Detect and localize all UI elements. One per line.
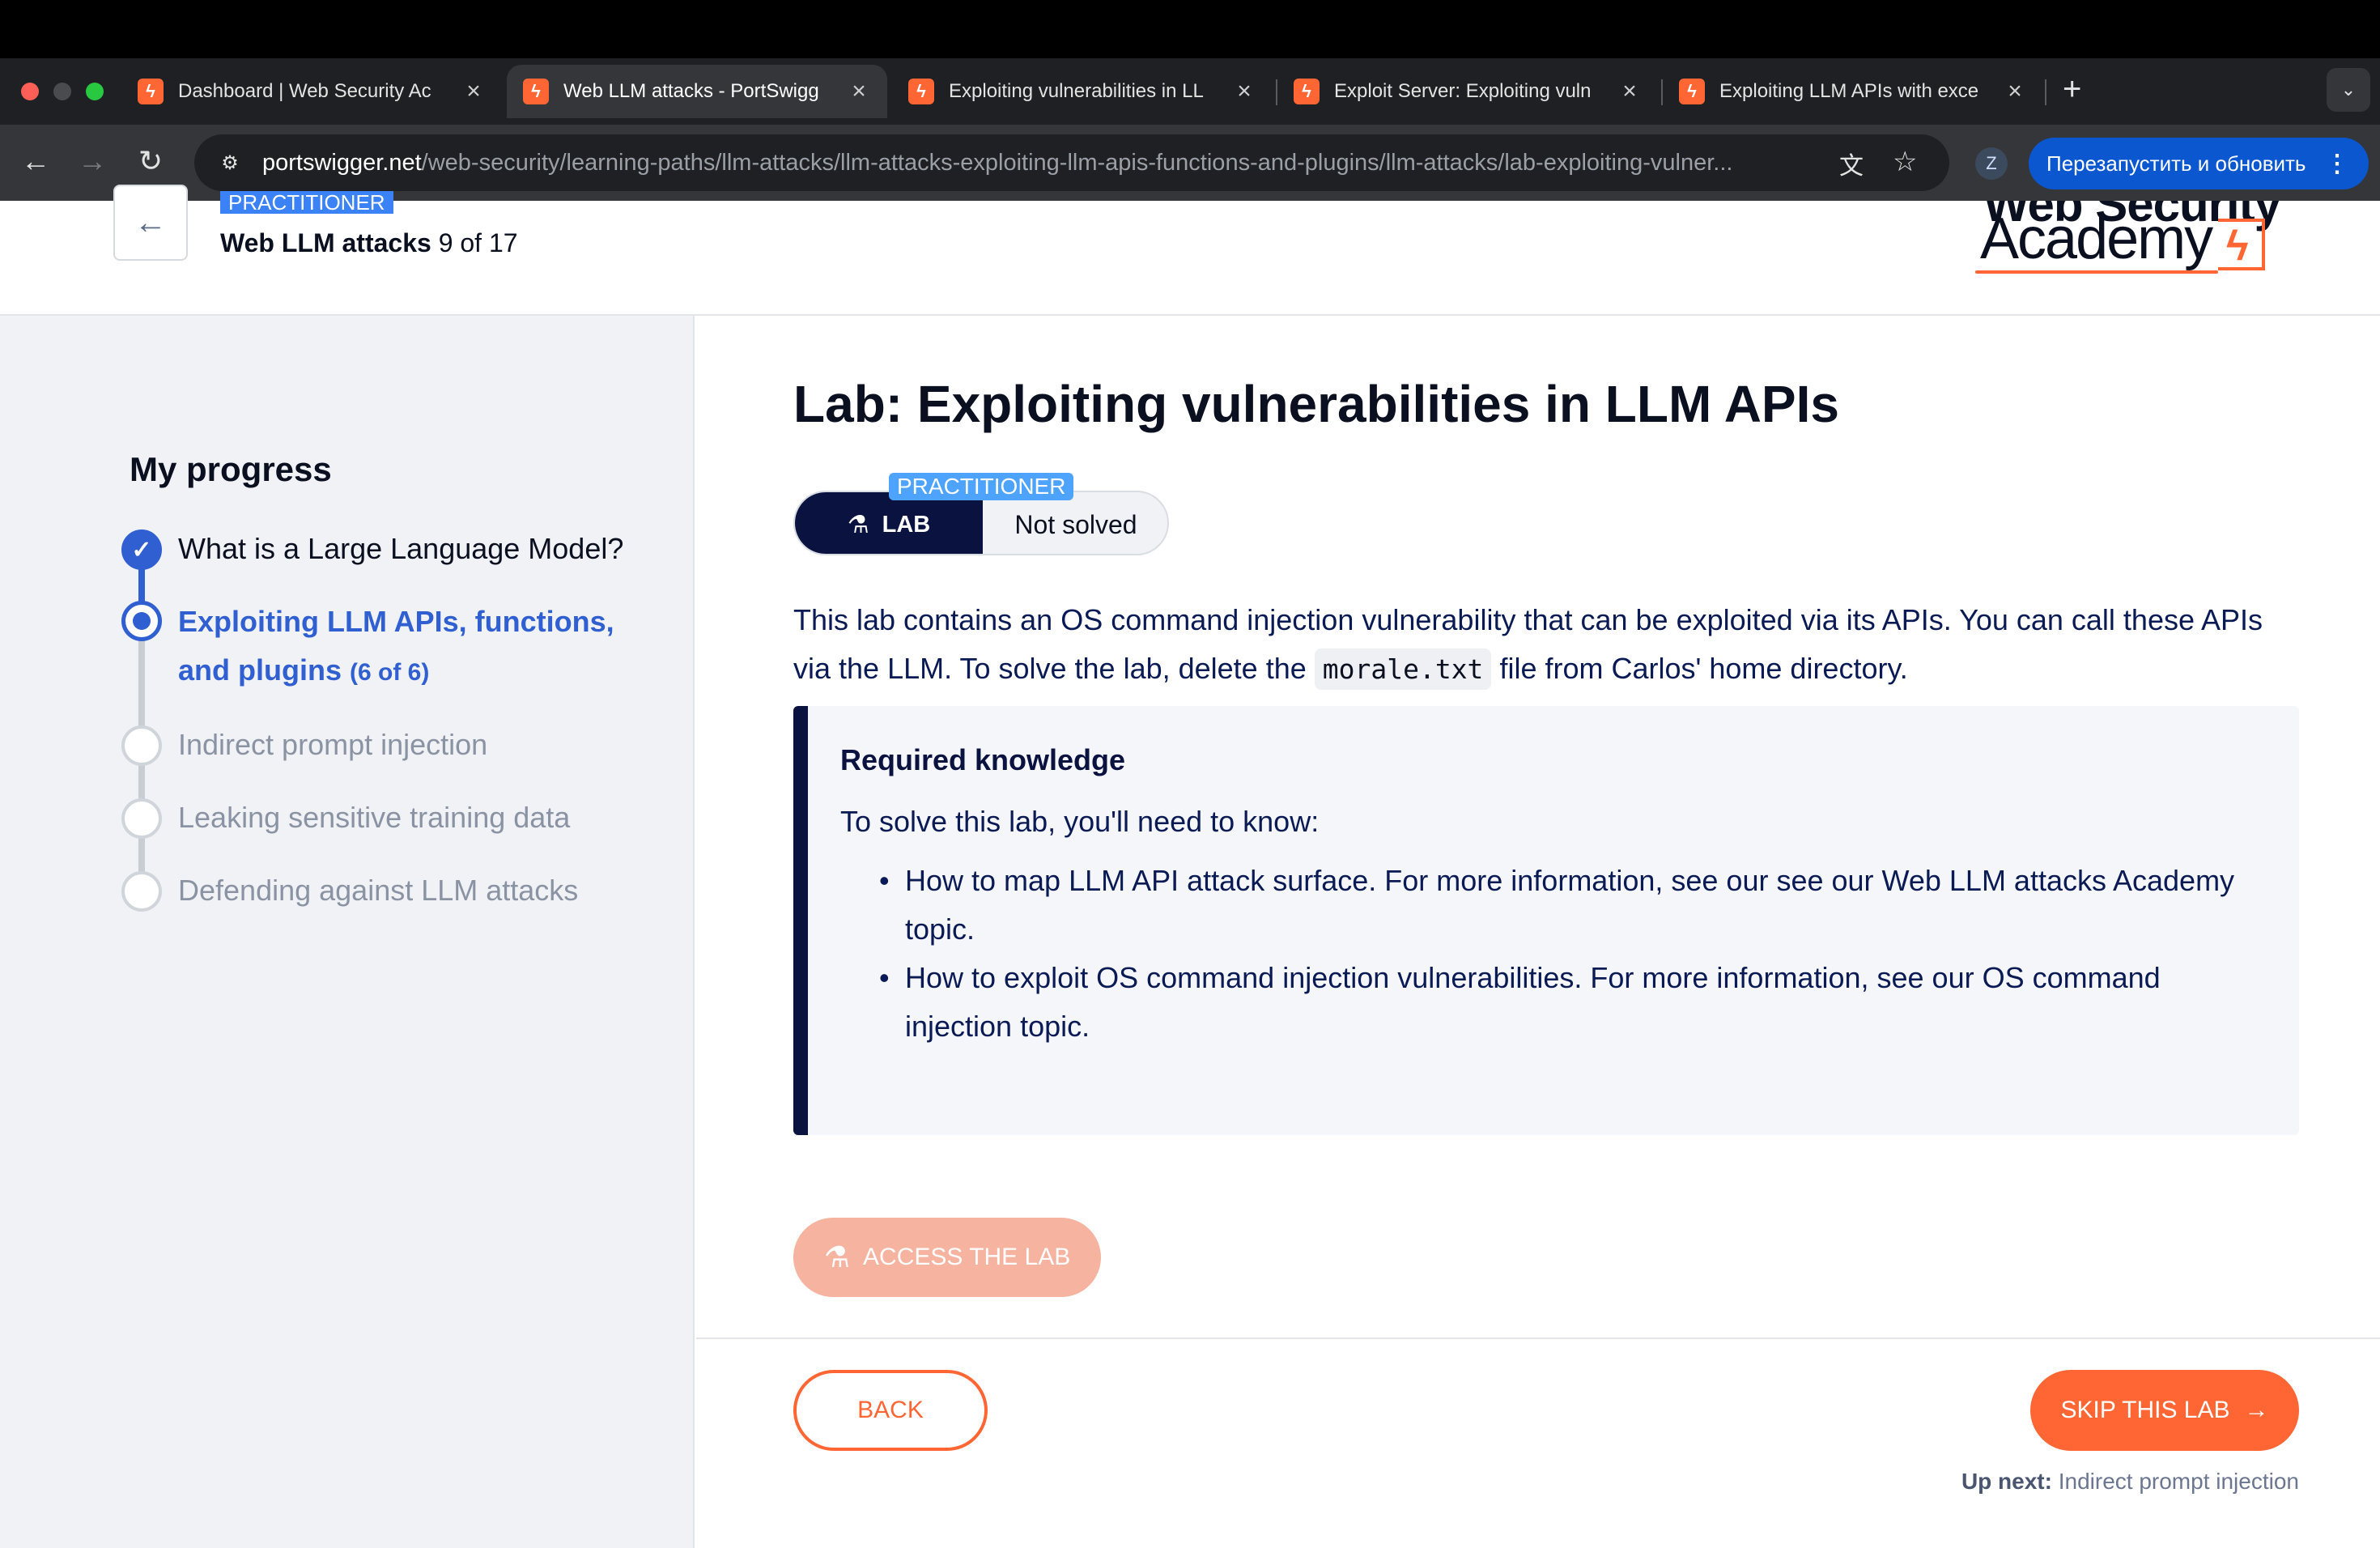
sidebar-step-leaking-data[interactable]: Leaking sensitive training data	[178, 793, 664, 842]
knowledge-title: Required knowledge	[840, 743, 1126, 776]
path-progress: 9 of 17	[438, 228, 518, 257]
forward-arrow-icon[interactable]: →	[74, 144, 110, 178]
close-tab-icon[interactable]: ×	[847, 78, 871, 105]
level-badge: PRACTITIONER	[889, 473, 1074, 500]
url-path: /web-security/learning-paths/llm-attacks…	[421, 149, 1733, 176]
tab-title: Exploiting vulnerabilities in LL	[949, 80, 1204, 102]
close-tab-icon[interactable]: ×	[2003, 78, 2027, 105]
tab-title: Exploiting LLM APIs with exce	[1719, 80, 1979, 102]
tab-title: Exploit Server: Exploiting vuln	[1334, 80, 1592, 102]
lab-type: ⚗ LAB	[795, 492, 983, 554]
desc-text-2: file from Carlos' home directory.	[1491, 652, 1908, 685]
url-host: portswigger.net	[262, 149, 422, 176]
filename-code: morale.txt	[1314, 649, 1492, 690]
flask-icon: ⚗	[847, 511, 869, 538]
browser-tab[interactable]: ϟ Exploit Server: Exploiting vuln ×	[1277, 65, 1658, 118]
step-complete-check-icon: ✓	[121, 529, 162, 570]
translate-icon[interactable]: 文	[1839, 146, 1864, 181]
arrow-left-icon: ←	[134, 204, 167, 240]
required-knowledge-box: Required knowledge To solve this lab, yo…	[793, 706, 2299, 1135]
knowledge-item: How to map LLM API attack surface. For m…	[879, 857, 2249, 954]
path-level-chip: PRACTITIONER	[220, 191, 393, 214]
tab-title: Web LLM attacks - PortSwigg	[563, 80, 819, 102]
flask-icon: ⚗	[823, 1240, 851, 1274]
knowledge-item: How to exploit OS command injection vuln…	[879, 954, 2249, 1051]
web-security-academy-logo[interactable]: Web Security Academy ϟ	[1975, 201, 2283, 282]
browser-tab[interactable]: ϟ Exploiting vulnerabilities in LL ×	[892, 65, 1273, 118]
browser-tab-active[interactable]: ϟ Web LLM attacks - PortSwigg ×	[507, 65, 887, 118]
sidebar-step-indirect-injection[interactable]: Indirect prompt injection	[178, 721, 664, 769]
up-next-value: Indirect prompt injection	[2058, 1469, 2299, 1494]
browser-tab[interactable]: ϟ Dashboard | Web Security Ac ×	[121, 65, 502, 118]
logo-bottom-word: Academy	[1980, 206, 2213, 271]
tab-title: Dashboard | Web Security Ac	[178, 80, 431, 102]
arrow-right-icon: →	[2244, 1397, 2269, 1423]
back-arrow-icon[interactable]: ←	[18, 144, 53, 178]
close-tab-icon[interactable]: ×	[1232, 78, 1256, 105]
site-settings-icon[interactable]: ⚙	[214, 147, 246, 179]
logo-bolt-icon: ϟ	[2218, 219, 2265, 270]
up-next-label: Up next:	[1961, 1469, 2052, 1494]
address-bar[interactable]: ⚙ portswigger.net/web-security/learning-…	[194, 134, 1949, 191]
back-to-path-button[interactable]: ←	[113, 185, 188, 261]
tab-separator	[2045, 79, 2046, 105]
profile-avatar[interactable]: Z	[1975, 147, 2008, 180]
sidebar-step-defending[interactable]: Defending against LLM attacks	[178, 866, 664, 915]
portswigger-favicon-icon: ϟ	[1294, 79, 1320, 104]
reload-icon[interactable]: ↻	[133, 144, 168, 178]
close-tab-icon[interactable]: ×	[1617, 78, 1642, 105]
tab-search-chevron-icon[interactable]: ⌄	[2327, 68, 2370, 112]
knowledge-list: How to map LLM API attack surface. For m…	[879, 857, 2249, 1051]
footer-divider	[696, 1337, 2380, 1339]
learning-path-title: Web LLM attacks 9 of 17	[220, 228, 518, 258]
url-text[interactable]: portswigger.net/web-security/learning-pa…	[262, 150, 1949, 176]
close-tab-icon[interactable]: ×	[461, 78, 486, 105]
portswigger-favicon-icon: ϟ	[523, 79, 549, 104]
bookmark-star-icon[interactable]: ☆	[1893, 146, 1917, 178]
new-tab-icon[interactable]: +	[2063, 71, 2081, 108]
progress-title: My progress	[130, 450, 332, 488]
path-title: Web LLM attacks	[220, 228, 431, 257]
page-title: Lab: Exploiting vulnerabilities in LLM A…	[793, 375, 1839, 433]
sidebar-step-llm-intro[interactable]: What is a Large Language Model?	[178, 525, 664, 573]
relaunch-label: Перезапустить и обновить	[2046, 151, 2306, 176]
lab-solved-status: Not solved	[1014, 509, 1137, 539]
lab-status-pill: ⚗ LAB Not solved	[793, 491, 1169, 555]
more-menu-icon[interactable]: ⋮	[2325, 150, 2349, 178]
minimize-window-button[interactable]	[53, 83, 71, 100]
portswigger-favicon-icon: ϟ	[138, 79, 164, 104]
access-label: ACCESS THE LAB	[863, 1244, 1071, 1270]
close-window-button[interactable]	[21, 83, 39, 100]
logo-underline	[1975, 270, 2218, 274]
step-todo-icon	[121, 725, 162, 766]
portswigger-favicon-icon: ϟ	[908, 79, 934, 104]
step-todo-icon	[121, 871, 162, 912]
lab-label: LAB	[882, 511, 931, 538]
skip-lab-button[interactable]: SKIP THIS LAB →	[2030, 1370, 2299, 1451]
step-todo-icon	[121, 798, 162, 839]
os-top-bar	[0, 0, 2380, 58]
step-current-icon	[121, 601, 162, 641]
lab-description: This lab contains an OS command injectio…	[793, 596, 2267, 694]
access-lab-button[interactable]: ⚗ ACCESS THE LAB	[793, 1218, 1101, 1297]
zoom-window-button[interactable]	[86, 83, 104, 100]
relaunch-update-button[interactable]: Перезапустить и обновить ⋮	[2029, 138, 2369, 189]
back-button[interactable]: BACK	[793, 1370, 988, 1451]
portswigger-favicon-icon: ϟ	[1679, 79, 1705, 104]
up-next[interactable]: Up next: Indirect prompt injection	[1961, 1469, 2299, 1495]
skip-label: SKIP THIS LAB	[2060, 1397, 2230, 1423]
browser-tab[interactable]: ϟ Exploiting LLM APIs with exce ×	[1663, 65, 2043, 118]
step-count: (6 of 6)	[350, 659, 430, 686]
sidebar-step-exploiting-apis[interactable]: Exploiting LLM APIs, functions, and plug…	[178, 598, 648, 697]
knowledge-intro: To solve this lab, you'll need to know:	[840, 805, 1320, 838]
progress-sidebar	[0, 316, 695, 1548]
